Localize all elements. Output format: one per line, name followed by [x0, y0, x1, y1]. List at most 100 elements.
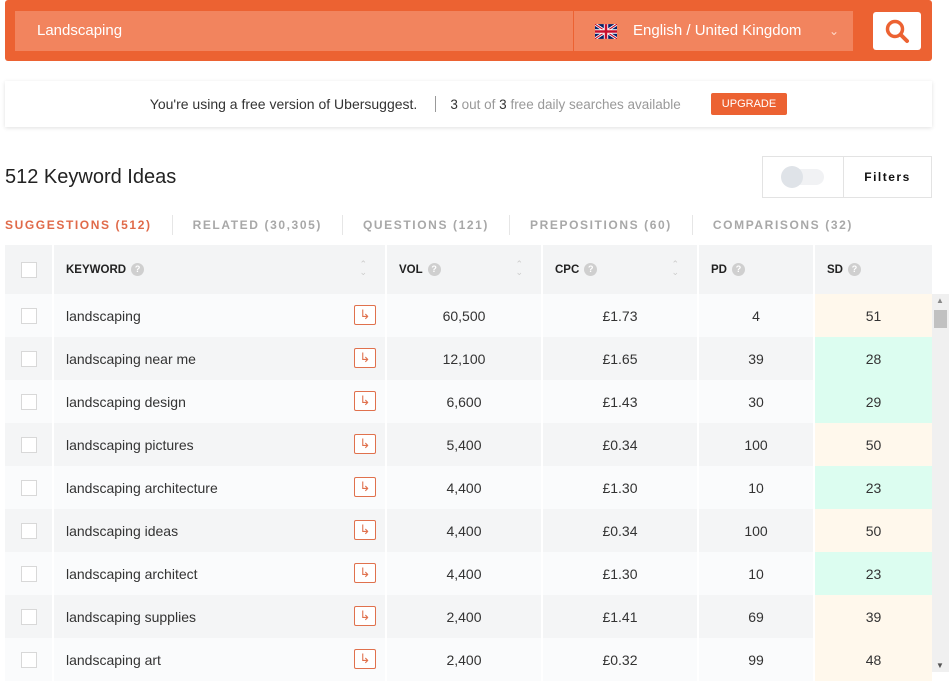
sort-icon[interactable]: ⌃ ⌄ — [359, 260, 367, 277]
select-all-checkbox[interactable] — [20, 261, 37, 278]
keyword-link[interactable]: landscaping supplies — [66, 609, 196, 625]
keyword-link[interactable]: landscaping art — [66, 652, 161, 668]
cpc-cell: £1.65 — [543, 337, 699, 380]
keyword-link[interactable]: landscaping pictures — [66, 437, 194, 453]
row-checkbox[interactable] — [20, 307, 37, 324]
cpc-cell: £1.41 — [543, 595, 699, 638]
search-bar: Landscaping English / United Kingdom ⌄ — [5, 0, 932, 61]
cpc-cell: £0.34 — [543, 509, 699, 552]
filters-button[interactable]: Filters — [844, 157, 931, 197]
vol-header-label: VOL — [399, 263, 423, 276]
sort-icon[interactable]: ⌃ ⌄ — [671, 260, 679, 277]
keyword-cell: landscaping ↳ — [54, 294, 387, 337]
searches-total: 3 — [499, 96, 507, 112]
help-icon[interactable]: ? — [731, 263, 745, 276]
tab-comparisons[interactable]: COMPARISONS (32) — [713, 218, 853, 232]
row-checkbox[interactable] — [20, 608, 37, 625]
language-select[interactable]: English / United Kingdom ⌄ — [574, 11, 853, 51]
sd-cell: 28 — [815, 337, 932, 380]
pd-cell: 100 — [699, 423, 815, 466]
sd-cell: 50 — [815, 509, 932, 552]
tab-divider — [509, 215, 510, 235]
tab-questions[interactable]: QUESTIONS (121) — [363, 218, 489, 232]
cpc-cell: £0.32 — [543, 638, 699, 681]
keyword-table: KEYWORD ? ⌃ ⌄ VOL ? ⌃ ⌄ CPC ? ⌃ ⌄ PD ? SD ?… — [5, 245, 932, 681]
row-checkbox[interactable] — [20, 479, 37, 496]
row-checkbox[interactable] — [20, 393, 37, 410]
row-checkbox[interactable] — [20, 350, 37, 367]
tab-prepositions[interactable]: PREPOSITIONS (60) — [530, 218, 672, 232]
column-header-keyword[interactable]: KEYWORD ? ⌃ ⌄ — [54, 245, 387, 294]
vol-cell: 60,500 — [387, 294, 543, 337]
language-label: English / United Kingdom — [633, 22, 802, 39]
keyword-header-label: KEYWORD — [66, 263, 127, 276]
scroll-down-arrow-icon[interactable]: ▼ — [936, 661, 944, 670]
pd-cell: 4 — [699, 294, 815, 337]
open-keyword-icon[interactable]: ↳ — [354, 520, 376, 540]
search-button[interactable] — [873, 12, 921, 50]
upgrade-button[interactable]: UPGRADE — [710, 93, 788, 115]
tab-related[interactable]: RELATED (30,305) — [193, 218, 322, 232]
open-keyword-icon[interactable]: ↳ — [354, 305, 376, 325]
keyword-cell: landscaping architecture ↳ — [54, 466, 387, 509]
pd-cell: 10 — [699, 466, 815, 509]
row-check-cell — [5, 423, 54, 466]
help-icon[interactable]: ? — [131, 263, 145, 276]
tab-divider — [341, 215, 343, 235]
keyword-link[interactable]: landscaping architecture — [66, 480, 218, 496]
keyword-cell: landscaping art ↳ — [54, 638, 387, 681]
open-keyword-icon[interactable]: ↳ — [354, 348, 376, 368]
keyword-cell: landscaping design ↳ — [54, 380, 387, 423]
table-row: landscaping supplies ↳ 2,400 £1.41 69 39 — [5, 595, 932, 638]
tab-divider — [171, 215, 173, 235]
table-row: landscaping architecture ↳ 4,400 £1.30 10 23 — [5, 466, 932, 509]
chevron-down-icon: ⌄ — [828, 24, 839, 38]
table-body: landscaping ↳ 60,500 £1.73 4 51 landscaping ne… — [5, 294, 932, 681]
row-checkbox[interactable] — [20, 522, 37, 539]
row-check-cell — [5, 466, 54, 509]
table-row: landscaping ↳ 60,500 £1.73 4 51 — [5, 294, 932, 337]
keyword-tabs: SUGGESTIONS (512) RELATED (30,305) QUEST… — [5, 214, 853, 236]
vol-cell: 6,600 — [387, 380, 543, 423]
open-keyword-icon[interactable]: ↳ — [354, 606, 376, 626]
open-keyword-icon[interactable]: ↳ — [354, 563, 376, 583]
keyword-search-input[interactable]: Landscaping — [15, 11, 573, 51]
row-checkbox[interactable] — [20, 651, 37, 668]
column-header-vol[interactable]: VOL ? ⌃ ⌄ — [387, 245, 543, 294]
row-check-cell — [5, 294, 54, 337]
open-keyword-icon[interactable]: ↳ — [354, 477, 376, 497]
tab-suggestions[interactable]: SUGGESTIONS (512) — [5, 218, 152, 232]
help-icon[interactable]: ? — [847, 263, 861, 276]
open-keyword-icon[interactable]: ↳ — [354, 391, 376, 411]
open-keyword-icon[interactable]: ↳ — [354, 434, 376, 454]
pd-cell: 99 — [699, 638, 815, 681]
keyword-link[interactable]: landscaping ideas — [66, 523, 178, 539]
pd-cell: 39 — [699, 337, 815, 380]
open-keyword-icon[interactable]: ↳ — [354, 649, 376, 669]
row-checkbox[interactable] — [20, 565, 37, 582]
keyword-link[interactable]: landscaping architect — [66, 566, 198, 582]
tab-divider — [691, 215, 693, 235]
table-scrollbar[interactable]: ▲ ▼ — [932, 294, 949, 672]
sort-icon[interactable]: ⌃ ⌄ — [515, 260, 523, 277]
table-row: landscaping pictures ↳ 5,400 £0.34 100 50 — [5, 423, 932, 466]
cpc-cell: £1.43 — [543, 380, 699, 423]
sd-cell: 39 — [815, 595, 932, 638]
filter-controls: Filters — [762, 156, 932, 198]
cpc-cell: £1.30 — [543, 552, 699, 595]
keyword-link[interactable]: landscaping near me — [66, 351, 196, 367]
row-checkbox[interactable] — [20, 436, 37, 453]
column-header-cpc[interactable]: CPC ? ⌃ ⌄ — [543, 245, 699, 294]
filter-toggle[interactable] — [781, 166, 824, 188]
keyword-link[interactable]: landscaping design — [66, 394, 186, 410]
help-icon[interactable]: ? — [427, 263, 441, 276]
help-icon[interactable]: ? — [584, 263, 598, 276]
keyword-link[interactable]: landscaping — [66, 308, 141, 324]
row-check-cell — [5, 509, 54, 552]
notice-divider — [435, 96, 437, 112]
column-header-sd[interactable]: SD ? — [815, 245, 932, 294]
scroll-thumb[interactable] — [934, 310, 947, 328]
scroll-up-arrow-icon[interactable]: ▲ — [936, 296, 944, 305]
column-header-pd[interactable]: PD ? — [699, 245, 815, 294]
uk-flag-icon — [595, 23, 617, 39]
